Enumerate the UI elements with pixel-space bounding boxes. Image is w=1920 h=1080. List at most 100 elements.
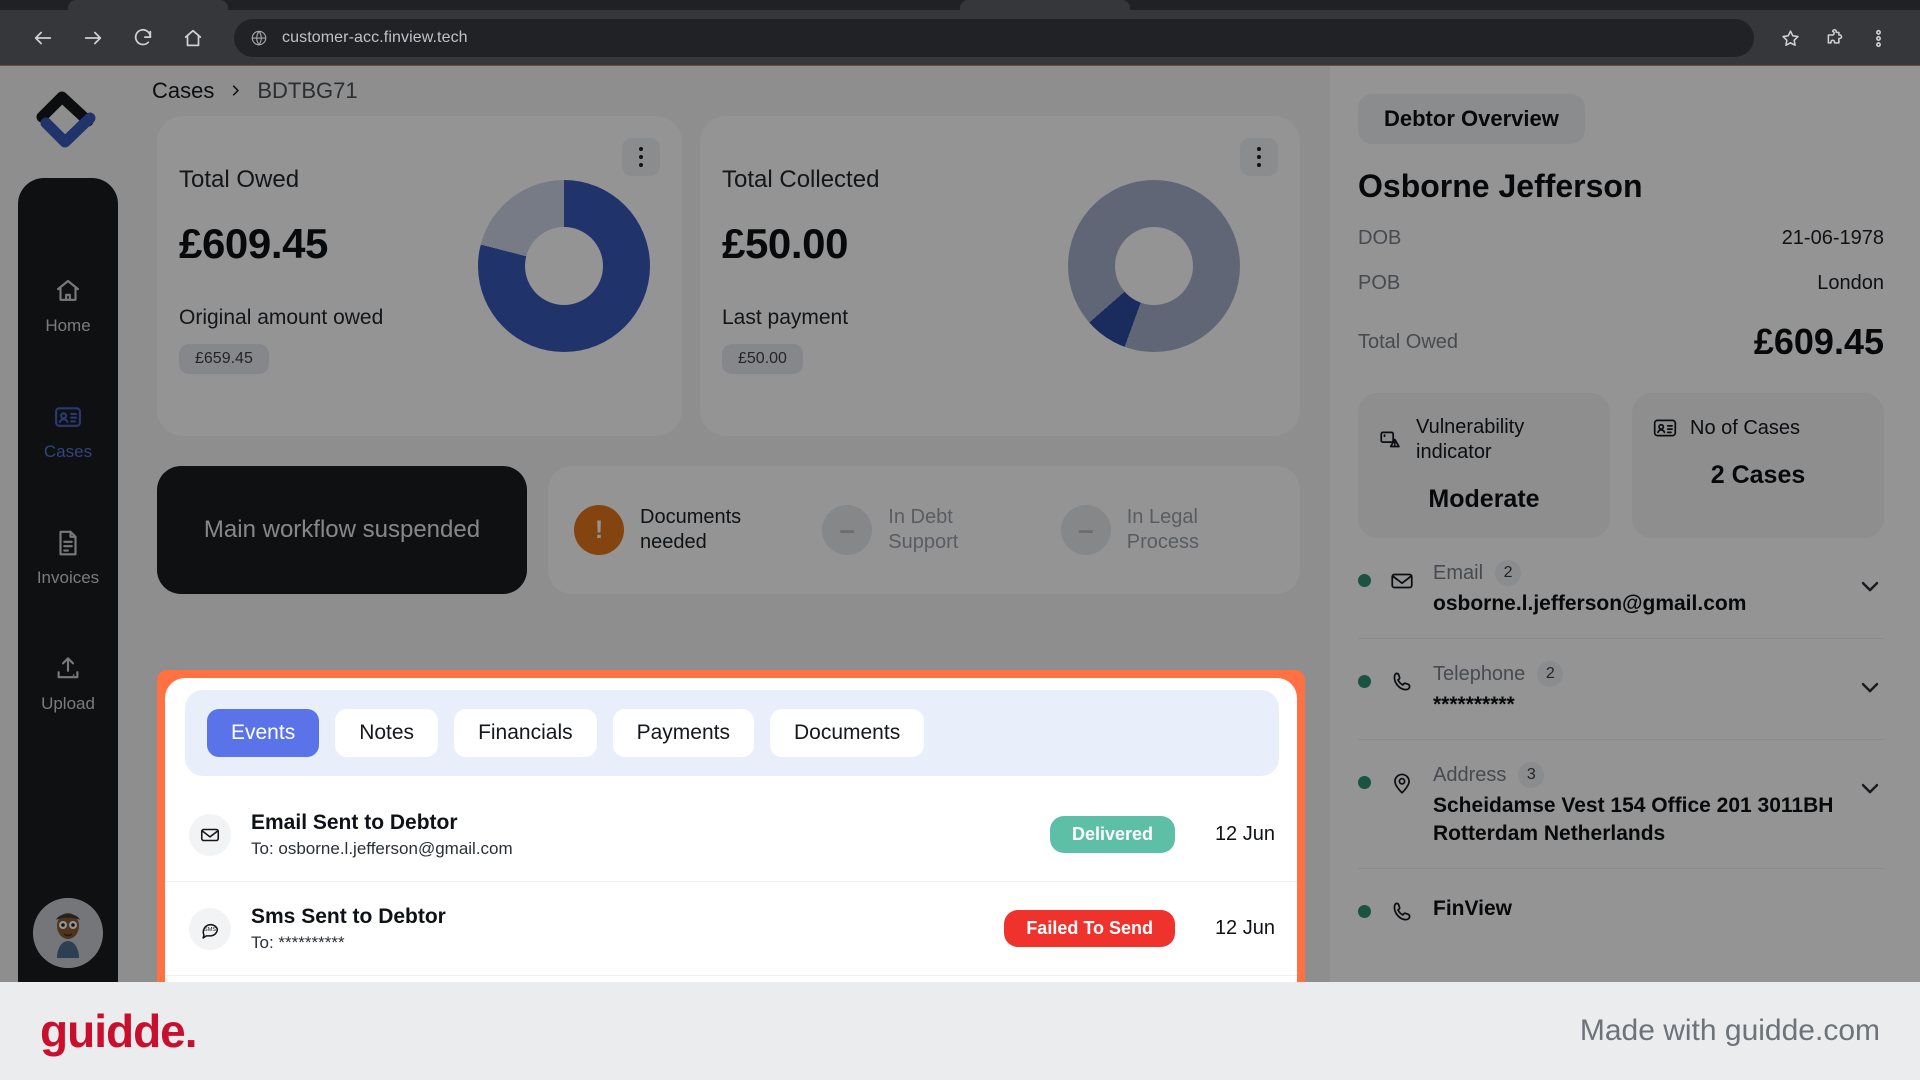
three-dot-menu-icon[interactable] — [1858, 18, 1898, 58]
kpi-options-button[interactable] — [622, 138, 660, 176]
indicator-row: Vulnerability indicator Moderate No of C… — [1358, 393, 1884, 538]
contact-body: FinView — [1433, 891, 1884, 923]
contact-head: FinView — [1433, 891, 1884, 923]
kpi-options-button[interactable] — [1240, 138, 1278, 176]
event-title: Email Sent to Debtor — [251, 810, 458, 834]
event-subtitle: To: ********** — [251, 932, 345, 952]
kpi-sub-label: Last payment — [722, 306, 849, 329]
contact-row-finview[interactable]: FinView — [1358, 869, 1884, 945]
alert-icon: ! — [574, 505, 624, 555]
tab-payments[interactable]: Payments — [612, 709, 754, 757]
status-in-legal-process[interactable]: – In Legal Process — [1060, 505, 1274, 555]
home-icon[interactable] — [172, 17, 214, 59]
field-label: Total Owed — [1358, 330, 1459, 353]
contact-count-badge: 3 — [1518, 762, 1545, 788]
made-with-guidde-label: Made with guidde.com — [1579, 1014, 1880, 1047]
contact-row-telephone[interactable]: Telephone 2 ********** — [1358, 639, 1884, 740]
tab-financials[interactable]: Financials — [454, 709, 597, 757]
chevron-down-icon[interactable] — [1856, 673, 1884, 701]
contact-value: Scheidamse Vest 154 Office 201 3011BH Ro… — [1433, 794, 1834, 845]
breadcrumb-current: BDTBG71 — [257, 78, 358, 103]
chevron-down-icon[interactable] — [1856, 572, 1884, 600]
kpi-value: £609.45 — [179, 220, 329, 267]
contact-row-email[interactable]: Email 2 osborne.l.jefferson@gmail.com — [1358, 538, 1884, 639]
sidebar-item-upload[interactable]: Upload — [18, 654, 118, 714]
browser-tab[interactable] — [960, 0, 1130, 10]
contact-head: Address 3 — [1433, 762, 1838, 788]
kpi-card-total-collected: Total Collected £50.00 Last payment £50.… — [700, 116, 1300, 436]
dash-icon: – — [822, 505, 873, 555]
status-in-debt-support[interactable]: – In Debt Support — [822, 505, 1026, 555]
indicator-value: Moderate — [1428, 485, 1540, 513]
event-subtitle: To: osborne.l.jefferson@gmail.com — [251, 838, 513, 858]
kpi-title: Total Collected — [722, 166, 880, 193]
back-arrow-icon[interactable] — [22, 17, 64, 59]
breadcrumb: Cases BDTBG71 — [152, 78, 358, 104]
sidebar-item-label: Home — [45, 316, 91, 335]
globe-icon — [250, 29, 268, 47]
browser-chrome: customer-acc.finview.tech — [0, 0, 1920, 67]
event-title: Sms Sent to Debtor — [251, 904, 446, 928]
contact-type: FinView — [1433, 897, 1512, 920]
status-dot-icon — [1358, 905, 1371, 918]
status-badge: Delivered — [1049, 816, 1175, 853]
puzzle-icon[interactable] — [1814, 18, 1854, 58]
debtor-overview-pill: Debtor Overview — [1358, 94, 1585, 144]
address-bar[interactable]: customer-acc.finview.tech — [234, 19, 1754, 57]
browser-tab[interactable] — [68, 0, 228, 10]
contact-type: Address — [1433, 763, 1507, 786]
guidde-logo: guidde. — [40, 1005, 198, 1057]
sidebar-item-invoices[interactable]: Invoices — [18, 528, 118, 588]
phone-icon — [1389, 669, 1415, 695]
app-viewport: Home Cases Invoices Upload Cases BDTBG71… — [0, 66, 1920, 982]
debtor-field-total-owed: Total Owed £609.45 — [1358, 321, 1884, 363]
chevron-right-icon — [228, 78, 243, 104]
field-value: £609.45 — [1753, 321, 1884, 362]
browser-toolbar: customer-acc.finview.tech — [0, 10, 1920, 66]
vulnerability-warning-icon — [1380, 431, 1400, 448]
sidebar-item-cases[interactable]: Cases — [18, 402, 118, 462]
indicator-head: No of Cases — [1652, 415, 1864, 441]
breadcrumb-root[interactable]: Cases — [152, 78, 214, 104]
tabbar: Events Notes Financials Payments Documen… — [185, 690, 1279, 776]
table-row[interactable]: Email Sent to Debtor To: osborne.l.jeffe… — [165, 788, 1297, 882]
tab-events[interactable]: Events — [207, 709, 320, 757]
contact-body: Email 2 osborne.l.jefferson@gmail.com — [1433, 560, 1838, 618]
status-documents-needed[interactable]: ! Documents needed — [574, 505, 788, 555]
forward-arrow-icon[interactable] — [72, 17, 114, 59]
kpi-chip: £50.00 — [722, 344, 803, 374]
indicator-label: No of Cases — [1690, 416, 1801, 439]
table-row[interactable]: Email Sent to Debtor To: osborne.l.jeffe… — [165, 976, 1297, 982]
vulnerability-indicator-card[interactable]: Vulnerability indicator Moderate — [1358, 393, 1610, 538]
kpi-card-total-owed: Total Owed £609.45 Original amount owed … — [157, 116, 682, 436]
sidebar-item-label: Invoices — [36, 568, 100, 587]
chevron-down-icon[interactable] — [1856, 774, 1884, 802]
document-icon — [53, 528, 83, 558]
id-card-icon — [53, 402, 83, 432]
status-strip: ! Documents needed – In Debt Support – I… — [548, 466, 1300, 594]
field-value: London — [1817, 272, 1884, 294]
tab-documents[interactable]: Documents — [769, 709, 925, 757]
table-row[interactable]: SMS Sms Sent to Debtor To: ********** Fa… — [165, 882, 1297, 976]
page-title: Osborne Jefferson — [1358, 168, 1643, 204]
app-logo-icon — [32, 91, 98, 153]
sidebar-item-home[interactable]: Home — [18, 276, 118, 336]
reload-icon[interactable] — [122, 17, 164, 59]
event-date: 12 Jun — [1214, 917, 1275, 939]
contact-type: Telephone — [1433, 662, 1526, 685]
donut-chart-total-collected — [1068, 180, 1240, 352]
status-label: In Debt Support — [888, 506, 959, 553]
dash-icon: – — [1060, 505, 1111, 555]
kpi-title: Total Owed — [179, 166, 300, 193]
avatar[interactable] — [33, 898, 103, 968]
no-of-cases-card[interactable]: No of Cases 2 Cases — [1632, 393, 1884, 538]
star-icon[interactable] — [1770, 18, 1810, 58]
contact-body: Address 3 Scheidamse Vest 154 Office 201… — [1433, 762, 1838, 848]
kpi-chip: £659.45 — [179, 344, 269, 374]
event-text: Email Sent to Debtor To: osborne.l.jeffe… — [251, 811, 1050, 859]
sms-bubble-icon: SMS — [189, 907, 231, 950]
contact-row-address[interactable]: Address 3 Scheidamse Vest 154 Office 201… — [1358, 740, 1884, 869]
tab-notes[interactable]: Notes — [335, 709, 439, 757]
contact-head: Telephone 2 — [1433, 661, 1838, 687]
contact-value: ********** — [1433, 693, 1515, 716]
